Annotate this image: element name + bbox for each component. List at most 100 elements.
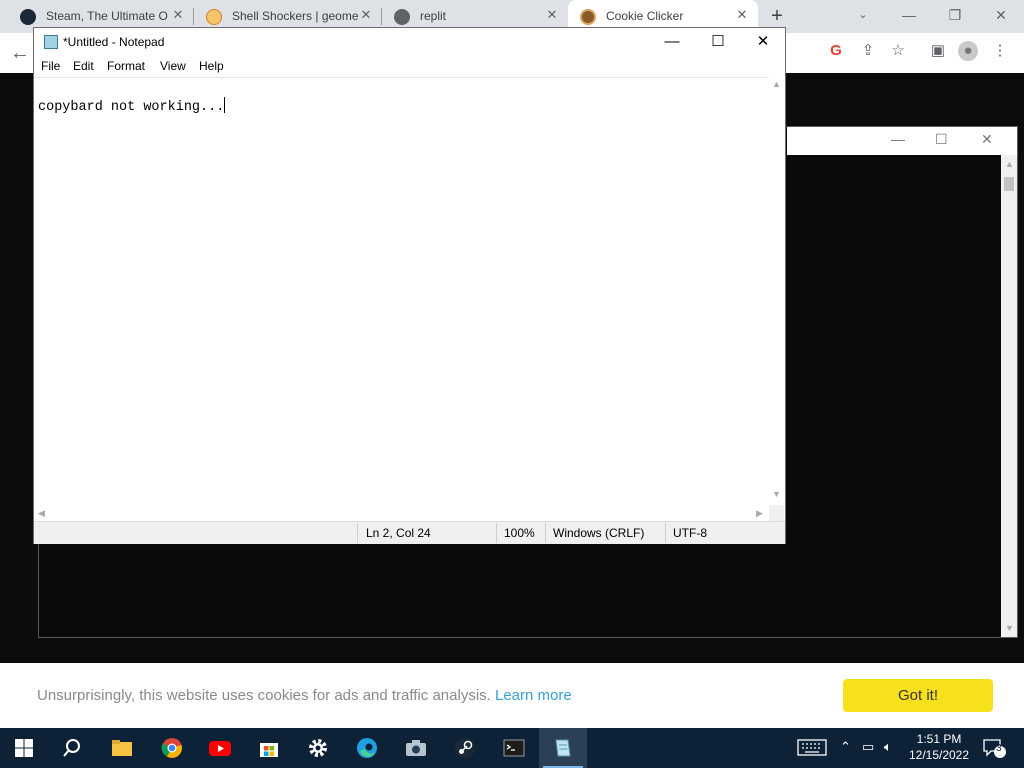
search-icon: [63, 739, 80, 757]
text-editor-area[interactable]: copybard not working...: [34, 77, 770, 506]
notepad-titlebar[interactable]: *Untitled - Notepad — ☐ ✕: [34, 28, 785, 57]
horizontal-scrollbar[interactable]: ◀ ▶: [34, 505, 770, 521]
encoding: UTF-8: [673, 526, 707, 540]
minimize-icon[interactable]: —: [649, 28, 695, 57]
close-icon[interactable]: ✕: [981, 131, 993, 148]
notepad-window: *Untitled - Notepad — ☐ ✕ File Edit Form…: [33, 27, 786, 544]
google-extension-icon[interactable]: G: [826, 41, 846, 61]
close-icon[interactable]: ✕: [734, 7, 750, 23]
menu-view[interactable]: View: [160, 59, 186, 73]
cookie-message: Unsurprisingly, this website uses cookie…: [37, 687, 572, 704]
youtube-icon: [209, 741, 231, 756]
status-divider: [496, 523, 497, 543]
new-tab-button[interactable]: +: [766, 5, 788, 27]
volume-icon[interactable]: 🔈︎: [884, 739, 892, 755]
scroll-down-icon[interactable]: ▼: [772, 489, 781, 499]
file-explorer-icon: [112, 740, 132, 756]
close-icon[interactable]: ✕: [170, 7, 186, 23]
tab-title: Cookie Clicker: [606, 9, 684, 23]
status-divider: [665, 523, 666, 543]
taskbar-notepad[interactable]: [539, 728, 587, 768]
status-divider: [357, 523, 358, 543]
network-icon[interactable]: ▭: [862, 739, 874, 755]
close-icon[interactable]: ✕: [358, 7, 374, 23]
taskbar-file-explorer[interactable]: [98, 728, 146, 768]
touch-keyboard-icon[interactable]: [797, 737, 827, 760]
taskbar-settings[interactable]: [294, 728, 342, 768]
maximize-icon[interactable]: ☐: [935, 131, 948, 148]
status-divider: [545, 523, 546, 543]
chevron-up-icon[interactable]: ⌃: [840, 739, 851, 755]
close-icon[interactable]: ✕: [544, 7, 560, 23]
globe-icon: [394, 9, 410, 25]
tab-title: Steam, The Ultimate O: [46, 9, 168, 23]
taskbar-camera[interactable]: [392, 728, 440, 768]
notification-center-icon[interactable]: 3: [982, 737, 1008, 762]
cursor-position: Ln 2, Col 24: [366, 526, 431, 540]
tab-title: replit: [420, 9, 447, 23]
line-ending: Windows (CRLF): [553, 526, 645, 540]
got-it-button[interactable]: Got it!: [843, 679, 993, 712]
scroll-right-icon[interactable]: ▶: [756, 508, 763, 519]
editor-content: copybard not working...: [38, 97, 226, 115]
window-title: *Untitled - Notepad: [63, 35, 165, 49]
zoom-level: 100%: [504, 526, 535, 540]
profile-avatar-icon[interactable]: ●: [958, 41, 978, 61]
cookie-icon: [580, 9, 596, 25]
windows-taskbar: ⌃ ▭ 🔈︎ 1:51 PM 12/15/2022 3: [0, 728, 1024, 768]
edge-icon: [357, 738, 377, 758]
taskbar-edge[interactable]: [343, 728, 391, 768]
clock-time: 1:51 PM: [916, 732, 962, 746]
scrollbar-thumb[interactable]: [1004, 177, 1014, 191]
scroll-up-icon[interactable]: ▲: [1005, 159, 1014, 169]
minimize-icon[interactable]: —: [886, 0, 932, 33]
taskbar-terminal[interactable]: [490, 728, 538, 768]
menu-format[interactable]: Format: [107, 59, 145, 73]
bookmark-star-icon[interactable]: ☆: [888, 41, 908, 61]
shellshockers-egg-icon: [206, 9, 222, 25]
steam-icon: [20, 9, 36, 25]
menu-help[interactable]: Help: [199, 59, 224, 73]
search-button[interactable]: [48, 728, 96, 768]
text-caret: [224, 97, 226, 113]
system-clock[interactable]: 1:51 PM 12/15/2022: [906, 731, 972, 763]
close-icon[interactable]: ✕: [740, 28, 786, 57]
cookie-banner: Unsurprisingly, this website uses cookie…: [0, 663, 1024, 728]
taskbar-chrome[interactable]: [148, 728, 196, 768]
menu-kebab-icon[interactable]: ⋮: [990, 41, 1010, 61]
menu-file[interactable]: File: [41, 59, 60, 73]
side-panel-icon[interactable]: ▣: [928, 41, 948, 61]
resize-grip[interactable]: [769, 505, 784, 521]
scroll-up-icon[interactable]: ▲: [772, 79, 781, 89]
start-button[interactable]: [0, 728, 48, 768]
taskbar-microsoft-store[interactable]: [245, 728, 293, 768]
camera-icon: [406, 740, 426, 756]
notepad-icon: [44, 35, 58, 49]
taskbar-youtube[interactable]: [196, 728, 244, 768]
menu-edit[interactable]: Edit: [73, 59, 94, 73]
terminal-icon: [503, 739, 525, 757]
restore-icon[interactable]: ❐: [932, 0, 978, 33]
close-window-icon[interactable]: ✕: [978, 0, 1024, 33]
cookie-message-text: Unsurprisingly, this website uses cookie…: [37, 687, 491, 704]
settings-gear-icon: [309, 739, 327, 757]
steam-icon: [455, 738, 475, 758]
scroll-down-icon[interactable]: ▼: [1005, 623, 1014, 633]
game-window-titlebar: — ☐ ✕: [787, 127, 1017, 155]
minimize-icon[interactable]: —: [891, 131, 905, 147]
back-arrow-icon[interactable]: ←: [10, 41, 34, 65]
tab-search-chevron-icon[interactable]: ⌄: [840, 0, 886, 33]
taskbar-steam[interactable]: [441, 728, 489, 768]
vertical-scrollbar[interactable]: ▲ ▼: [1001, 155, 1017, 637]
scroll-left-icon[interactable]: ◀: [38, 508, 45, 519]
microsoft-store-icon: [260, 743, 278, 757]
notification-count: 3: [996, 743, 1002, 754]
learn-more-link[interactable]: Learn more: [495, 687, 572, 704]
notepad-icon: [555, 739, 571, 757]
maximize-icon[interactable]: ☐: [695, 28, 741, 57]
start-icon: [15, 739, 33, 757]
clock-date: 12/15/2022: [908, 748, 970, 762]
vertical-scrollbar[interactable]: ▲ ▼: [769, 77, 784, 505]
share-icon[interactable]: ⇪: [858, 41, 878, 61]
status-bar: Ln 2, Col 24 100% Windows (CRLF) UTF-8: [34, 521, 785, 544]
